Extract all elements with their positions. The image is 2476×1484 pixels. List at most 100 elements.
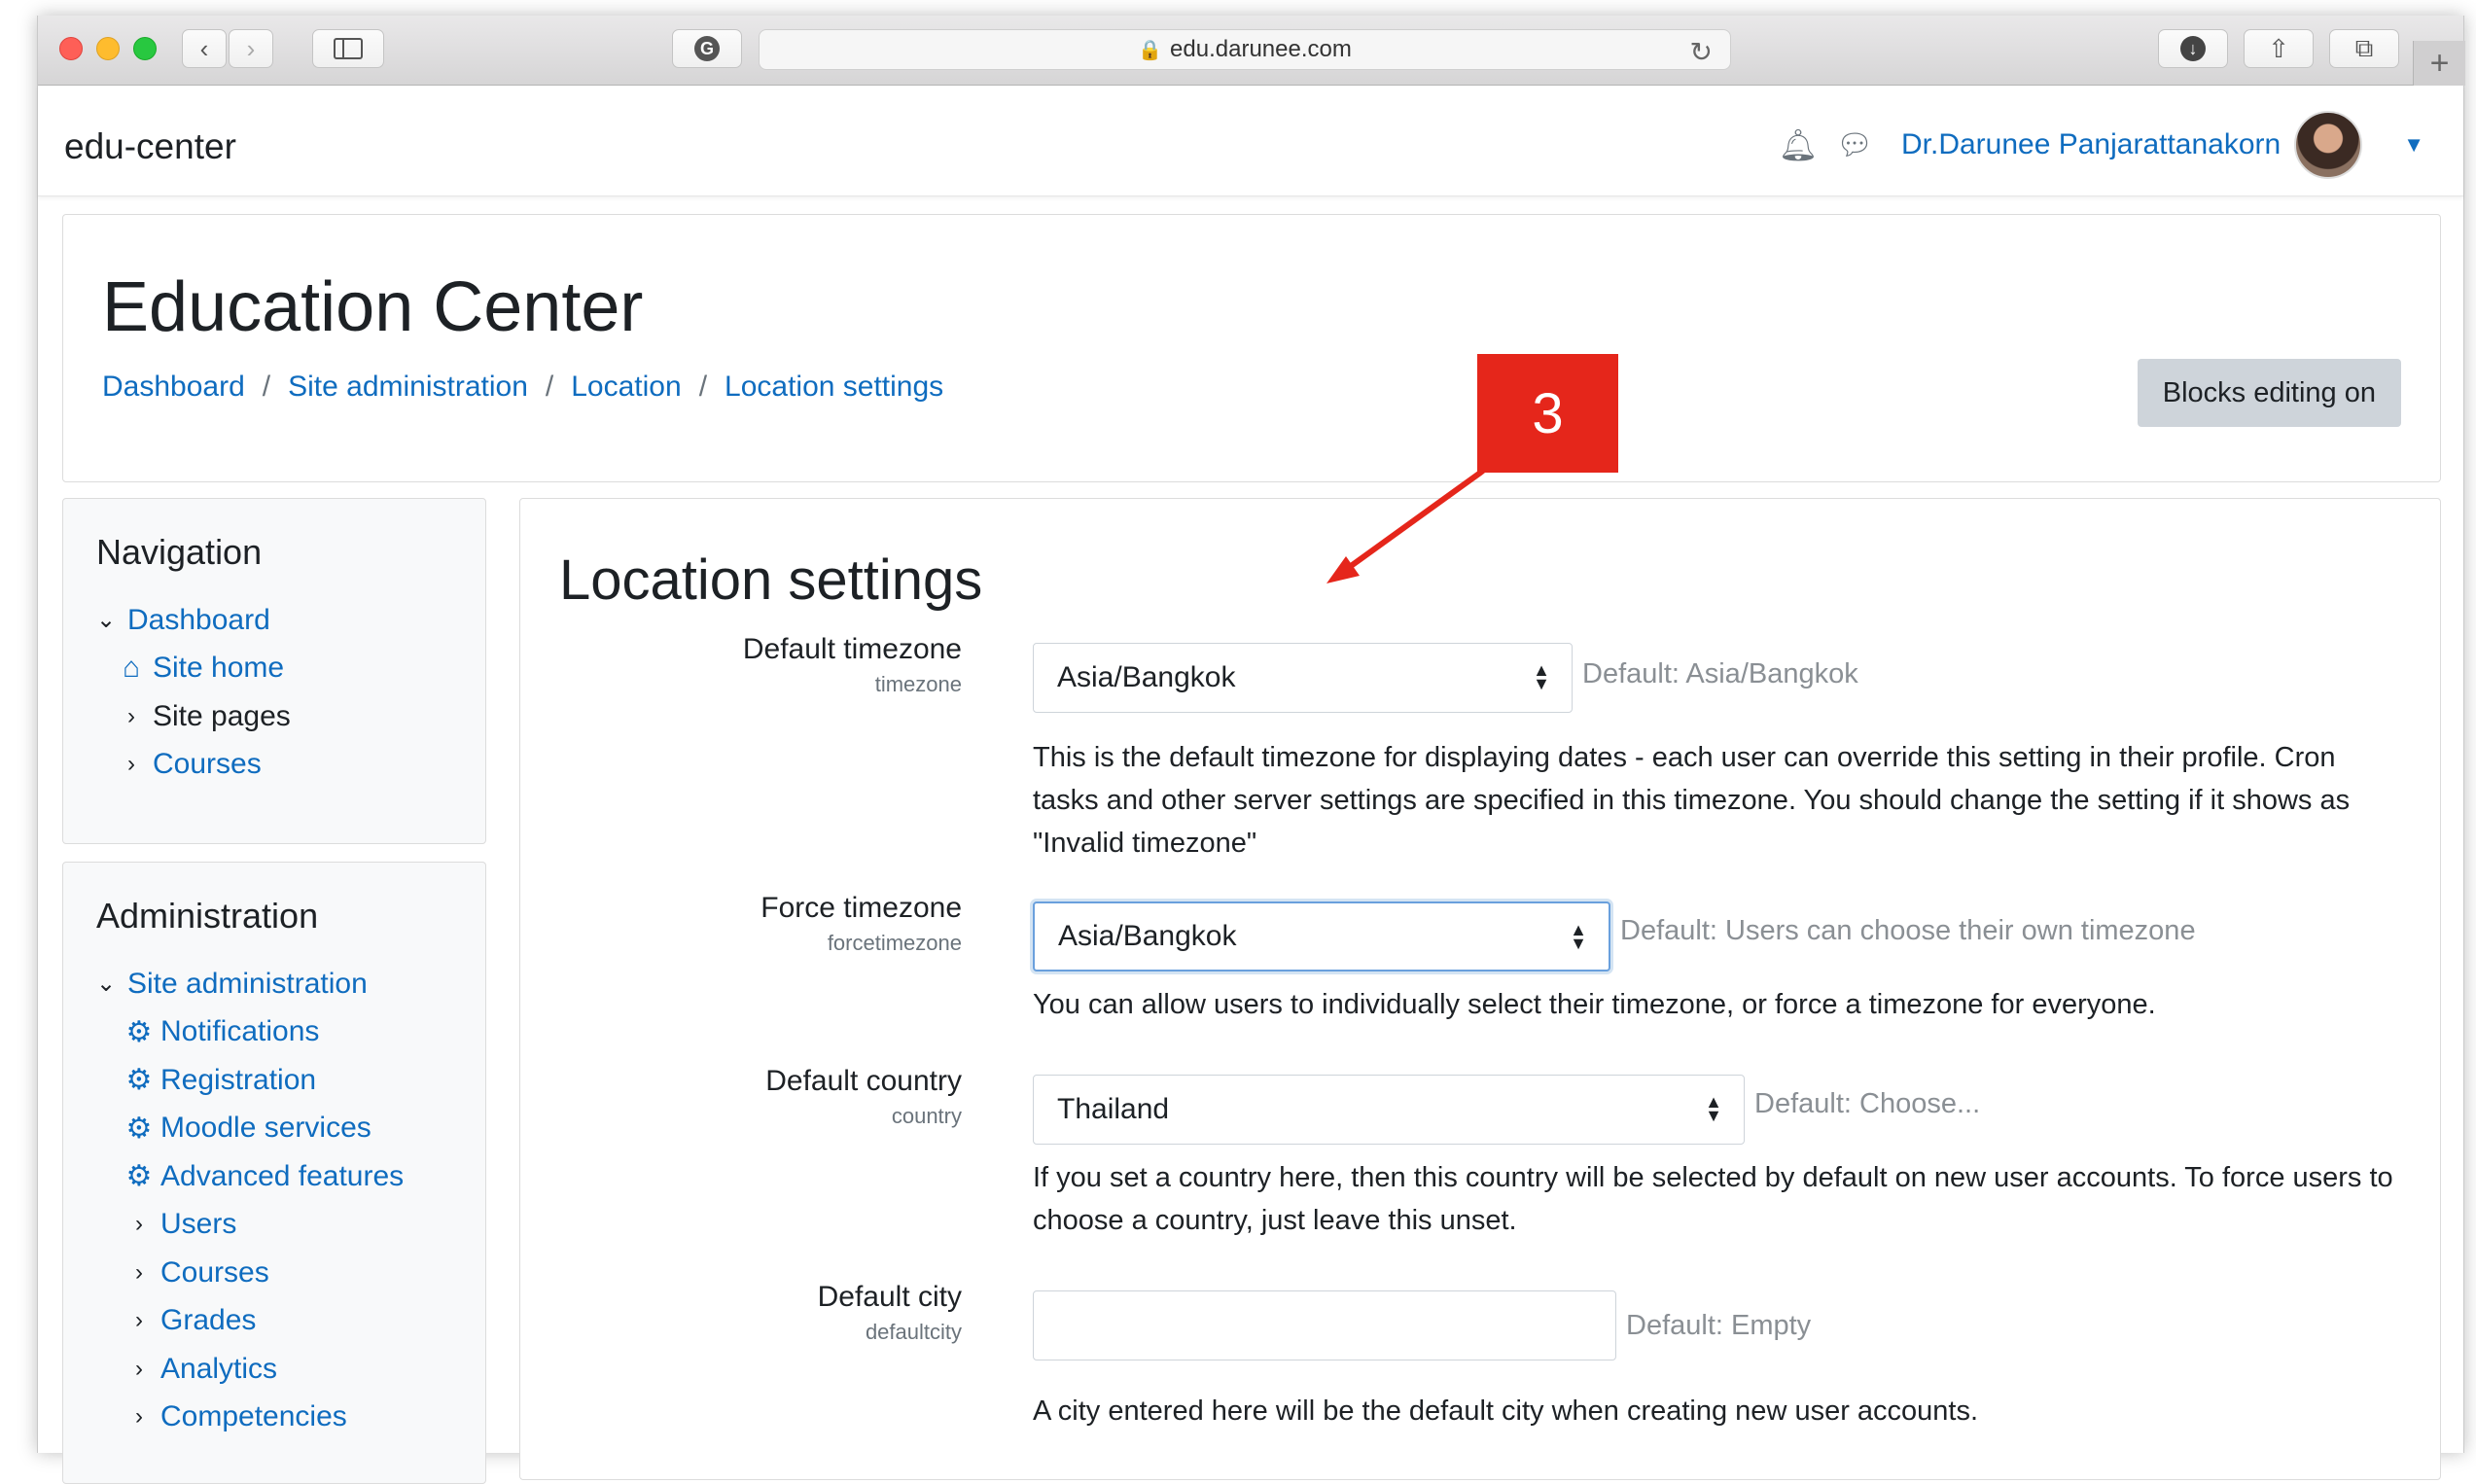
breadcrumb: Dashboard / Site administration / Locati…	[102, 371, 943, 404]
admin-item-competencies[interactable]: › Competencies	[92, 1394, 404, 1442]
admin-item-moodle-services[interactable]: ⚙ Moodle services	[92, 1105, 404, 1153]
close-window-button[interactable]	[59, 37, 83, 60]
nav-item-courses[interactable]: › Courses	[92, 741, 291, 790]
admin-item-analytics[interactable]: › Analytics	[92, 1345, 404, 1394]
chevron-right-icon[interactable]: ›	[118, 751, 145, 778]
default-country-select[interactable]: Thailand ▲ ▼	[1033, 1075, 1745, 1145]
admin-item-label: Grades	[160, 1304, 257, 1337]
setting-label-text: Force timezone	[760, 892, 962, 924]
breadcrumb-location[interactable]: Location	[571, 371, 681, 404]
setting-description: If you set a country here, then this cou…	[1033, 1162, 2393, 1236]
default-value-text: Default: Choose...	[1754, 1088, 1981, 1119]
grammarly-icon: G	[694, 36, 720, 61]
settings-region: Location settings Default timezone timez…	[519, 498, 2441, 1480]
chevron-right-icon: ›	[246, 33, 256, 63]
chevron-right-icon[interactable]: ›	[125, 1403, 153, 1431]
chevron-right-icon[interactable]: ›	[125, 1211, 153, 1238]
downloads-button[interactable]: ↓	[2158, 29, 2228, 68]
admin-item-advanced-features[interactable]: ⚙ Advanced features	[92, 1152, 405, 1201]
bell-icon[interactable]: 🔔︎	[1777, 126, 1820, 163]
blocks-editing-button[interactable]: Blocks editing on	[2137, 359, 2401, 427]
tabs-overview-button[interactable]: ⧉	[2329, 29, 2399, 68]
admin-item-label: Analytics	[160, 1352, 278, 1385]
admin-item-site-administration[interactable]: ⌄ Site administration	[92, 960, 404, 1008]
caret-down-icon[interactable]: ▼	[2403, 132, 2424, 158]
default-value-text: Default: Empty	[1626, 1310, 1812, 1341]
administration-block-title: Administration	[96, 896, 319, 936]
nav-item-label: Courses	[153, 748, 262, 781]
zoom-window-button[interactable]	[133, 37, 157, 60]
site-brand[interactable]: edu-center	[64, 126, 236, 167]
admin-item-courses[interactable]: › Courses	[92, 1249, 404, 1297]
setting-label-text: Default country	[765, 1065, 962, 1097]
chevron-right-icon[interactable]: ›	[125, 1356, 153, 1383]
force-timezone-select[interactable]: Asia/Bangkok ▲ ▼	[1033, 901, 1610, 972]
avatar[interactable]	[2294, 111, 2363, 179]
gear-icon: ⚙	[125, 1160, 153, 1193]
gear-icon: ⚙	[125, 1112, 153, 1145]
setting-label-default-city: Default city defaultcity	[818, 1281, 962, 1345]
chevron-left-icon: ‹	[199, 33, 209, 63]
admin-item-registration[interactable]: ⚙ Registration	[92, 1056, 404, 1105]
default-value-text: Default: Asia/Bangkok	[1582, 658, 1858, 689]
nav-item-dashboard[interactable]: ⌄ Dashboard	[92, 596, 291, 645]
sidebar-toggle-button[interactable]	[312, 29, 384, 68]
setting-label-default-timezone: Default timezone timezone	[743, 633, 962, 697]
reload-icon[interactable]: ↻	[1690, 36, 1713, 68]
default-city-input[interactable]	[1033, 1290, 1616, 1360]
admin-item-grades[interactable]: › Grades	[92, 1297, 404, 1346]
default-value-text: Default: Users can choose their own time…	[1620, 915, 2196, 946]
admin-item-users[interactable]: › Users	[92, 1201, 404, 1250]
chevron-right-icon[interactable]: ›	[125, 1307, 153, 1334]
nav-item-site-pages[interactable]: › Site pages	[92, 692, 291, 741]
breadcrumb-separator: /	[698, 371, 708, 403]
breadcrumb-separator: /	[545, 371, 554, 403]
administration-tree: ⌄ Site administration ⚙ Notifications ⚙ …	[92, 960, 404, 1441]
chevron-right-icon[interactable]: ›	[125, 1259, 153, 1287]
admin-item-notifications[interactable]: ⚙ Notifications	[92, 1008, 404, 1057]
nav-item-site-home[interactable]: ⌂ Site home	[92, 645, 291, 693]
breadcrumb-site-administration[interactable]: Site administration	[288, 371, 528, 404]
plus-icon: +	[2429, 44, 2450, 82]
administration-block: Administration ⌄ Site administration ⚙ N…	[62, 862, 486, 1484]
admin-item-label: Users	[160, 1208, 237, 1241]
setting-label-default-country: Default country country	[765, 1065, 962, 1129]
default-timezone-select[interactable]: Asia/Bangkok ▲ ▼	[1033, 643, 1573, 713]
new-tab-button[interactable]: +	[2413, 41, 2465, 86]
chat-bubble-icon[interactable]: 💬︎	[1833, 128, 1876, 162]
address-bar[interactable]: 🔒 edu.darunee.com ↻	[759, 29, 1731, 70]
page-header: Education Center Dashboard / Site admini…	[62, 214, 2441, 482]
setting-key-text: timezone	[874, 672, 962, 696]
forward-button[interactable]: ›	[229, 29, 273, 68]
page-title: Education Center	[102, 268, 644, 346]
setting-key-text: forcetimezone	[827, 931, 962, 955]
browser-window: ‹ › G 🔒 edu.darunee.com ↻ ↓ ⇧ ⧉ + edu-ce…	[37, 16, 2465, 1484]
user-menu-name[interactable]: Dr.Darunee Panjarattanakorn	[1901, 128, 2281, 161]
setting-key-text: defaultcity	[865, 1320, 962, 1344]
admin-item-label: Site administration	[127, 967, 368, 1000]
admin-item-label: Moodle services	[160, 1112, 371, 1145]
setting-label-text: Default timezone	[742, 633, 962, 665]
annotation-callout: 3	[1477, 354, 1618, 473]
chevron-down-icon[interactable]: ⌄	[92, 970, 120, 998]
settings-heading: Location settings	[559, 548, 983, 612]
back-button[interactable]: ‹	[182, 29, 227, 68]
admin-item-label: Advanced features	[160, 1159, 405, 1192]
breadcrumb-location-settings[interactable]: Location settings	[725, 371, 943, 404]
nav-item-label: Site home	[153, 652, 285, 685]
chevron-right-icon[interactable]: ›	[118, 703, 145, 730]
setting-key-text: country	[891, 1104, 962, 1128]
breadcrumb-dashboard[interactable]: Dashboard	[102, 371, 245, 404]
site-navbar: edu-center 🔔︎ 💬︎ Dr.Darunee Panjarattana…	[38, 86, 2463, 196]
gear-icon: ⚙	[125, 1064, 153, 1097]
download-icon: ↓	[2180, 36, 2206, 61]
minimize-window-button[interactable]	[96, 37, 120, 60]
admin-item-label: Courses	[160, 1255, 269, 1289]
grammarly-extension-button[interactable]: G	[672, 29, 742, 68]
select-value: Thailand	[1057, 1093, 1170, 1125]
home-icon: ⌂	[122, 652, 141, 685]
share-button[interactable]: ⇧	[2244, 29, 2314, 68]
share-icon: ⇧	[2268, 33, 2289, 63]
select-arrows-icon: ▲ ▼	[1705, 1092, 1722, 1125]
chevron-down-icon[interactable]: ⌄	[92, 606, 120, 634]
